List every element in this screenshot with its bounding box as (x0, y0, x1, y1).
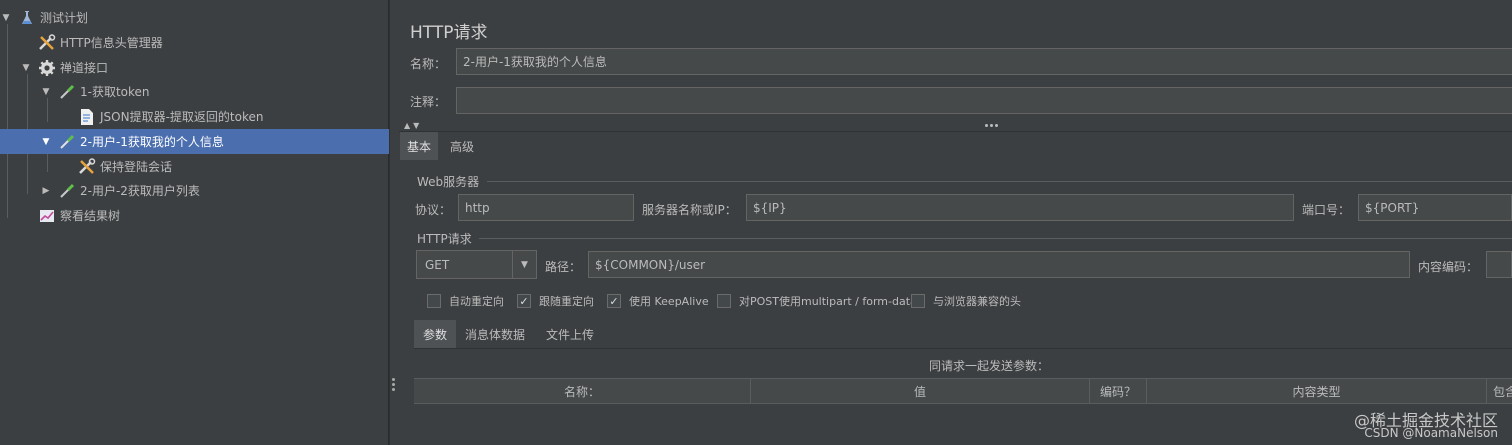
tree-item-label: 禅道接口 (60, 61, 109, 75)
tree-item-label: 2-用户-1获取我的个人信息 (80, 135, 224, 149)
tree-item-result-tree[interactable]: 察看结果树 (0, 203, 389, 228)
panel-title: HTTP请求 (410, 23, 488, 43)
test-plan-tree[interactable]: ▼ 测试计划 HTTP信息头管理器 ▼ 禅道接口 ▼ 1-获取token JSO… (0, 0, 389, 445)
tree-item-json-extractor[interactable]: JSON提取器-提取返回的token (0, 104, 389, 129)
name-label: 名称： (410, 57, 447, 71)
checkbox-label: 对POST使用multipart / form-data (739, 295, 917, 308)
chevron-down-icon[interactable]: ▼ (512, 251, 536, 278)
http-request-group-label: HTTP请求 (417, 232, 472, 246)
web-server-group-label: Web服务器 (417, 175, 480, 189)
expand-arrow-icon[interactable]: ▼ (40, 86, 52, 98)
port-label: 端口号： (1302, 203, 1351, 217)
checkbox-label: 跟随重定向 (539, 295, 594, 308)
tree-item-label: 2-用户-2获取用户列表 (80, 184, 200, 198)
checkbox-box[interactable] (717, 294, 731, 308)
tab-file-upload[interactable]: 文件上传 (539, 320, 601, 348)
tree-item-get-token[interactable]: ▼ 1-获取token (0, 79, 389, 104)
server-label: 服务器名称或IP： (642, 203, 737, 217)
checkbox-label: 使用 KeepAlive (629, 295, 709, 308)
encoding-input[interactable] (1486, 251, 1512, 278)
sampler-pipette-icon (58, 133, 76, 151)
column-header-value[interactable]: 值 (751, 379, 1090, 403)
tab-basic[interactable]: 基本 (400, 132, 438, 160)
collapse-arrows-icon[interactable]: ▲▼ (404, 121, 422, 130)
column-header-include[interactable]: 包含 (1487, 379, 1512, 403)
watermark-csdn: CSDN @NoamaNelson (1364, 426, 1498, 440)
checkmark-icon[interactable]: ✓ (517, 294, 531, 308)
checkbox-box[interactable] (427, 294, 441, 308)
server-input[interactable]: ${IP} (746, 194, 1294, 221)
chart-listener-icon (38, 207, 56, 225)
tools-icon (78, 157, 96, 176)
follow-redirect-checkbox[interactable]: ✓ 跟随重定向 (517, 293, 594, 309)
tree-item-label: 测试计划 (40, 11, 89, 25)
sampler-pipette-icon (58, 83, 76, 101)
expand-arrow-icon[interactable]: ▼ (20, 62, 32, 74)
checkbox-label: 与浏览器兼容的头 (933, 295, 1021, 308)
params-table-header: 名称： 值 编码？ 内容类型 包含 (414, 378, 1512, 404)
expand-arrow-icon[interactable]: ▼ (0, 12, 12, 24)
comment-input[interactable] (456, 87, 1512, 114)
group-divider (487, 181, 1512, 182)
expand-arrow-icon[interactable]: ▼ (40, 136, 52, 148)
tree-item-label: 察看结果树 (60, 209, 121, 223)
name-input[interactable]: 2-用户-1获取我的个人信息 (456, 48, 1512, 75)
keepalive-checkbox[interactable]: ✓ 使用 KeepAlive (607, 293, 709, 309)
tools-icon (38, 33, 56, 52)
sampler-pipette-icon (58, 182, 76, 200)
multipart-checkbox[interactable]: 对POST使用multipart / form-data (717, 293, 917, 309)
tree-item-label: HTTP信息头管理器 (60, 36, 163, 50)
comment-label: 注释： (410, 95, 447, 109)
tab-parameters[interactable]: 参数 (414, 320, 456, 348)
column-header-encode[interactable]: 编码？ (1090, 379, 1147, 403)
test-plan-flask-icon (18, 9, 36, 27)
http-request-panel: HTTP请求 名称： 2-用户-1获取我的个人信息 注释： ▲▼ 基本 高级 W… (399, 0, 1512, 445)
port-input[interactable]: ${PORT} (1358, 194, 1512, 221)
browser-headers-checkbox[interactable]: 与浏览器兼容的头 (911, 293, 1021, 309)
protocol-label: 协议： (415, 203, 452, 217)
checkbox-box[interactable] (911, 294, 925, 308)
tree-item-get-user-list[interactable]: ▶ 2-用户-2获取用户列表 (0, 178, 389, 203)
checkmark-icon[interactable]: ✓ (607, 294, 621, 308)
path-label: 路径： (545, 260, 582, 274)
tree-item-label: 1-获取token (80, 85, 150, 99)
tree-item-thread-group[interactable]: ▼ 禅道接口 (0, 55, 389, 80)
column-header-name[interactable]: 名称： (414, 379, 751, 403)
params-caption: 同请求一起发送参数： (929, 359, 1050, 373)
column-header-content-type[interactable]: 内容类型 (1147, 379, 1487, 403)
tree-item-label: 保持登陆会话 (100, 160, 173, 174)
protocol-input[interactable]: http (458, 194, 634, 221)
tree-item-label: JSON提取器-提取返回的token (100, 110, 264, 124)
params-table-body[interactable] (414, 404, 1512, 445)
tab-advanced[interactable]: 高级 (443, 132, 481, 160)
auto-redirect-checkbox[interactable]: 自动重定向 (427, 293, 504, 309)
subtab-divider (414, 348, 1512, 349)
tree-item-keep-session[interactable]: 保持登陆会话 (0, 154, 389, 179)
method-value: GET (425, 257, 450, 272)
checkbox-label: 自动重定向 (449, 295, 504, 308)
config-tabs: 基本 高级 (399, 131, 1512, 160)
encoding-label: 内容编码： (1418, 260, 1479, 274)
splitter-grip-icon[interactable] (392, 378, 396, 394)
method-select[interactable]: GET ▼ (416, 250, 537, 279)
document-icon (78, 108, 96, 126)
path-input[interactable]: ${COMMON}/user (588, 251, 1410, 278)
tree-item-header-manager[interactable]: HTTP信息头管理器 (0, 30, 389, 55)
group-divider (479, 238, 1512, 239)
collapse-arrow-icon[interactable]: ▶ (40, 185, 52, 197)
divider-grip-icon[interactable] (985, 124, 998, 127)
gear-icon (38, 59, 56, 77)
tree-item-test-plan[interactable]: ▼ 测试计划 (0, 5, 389, 30)
tab-body-data[interactable]: 消息体数据 (461, 320, 529, 348)
tree-item-get-my-profile[interactable]: ▼ 2-用户-1获取我的个人信息 (0, 129, 389, 154)
